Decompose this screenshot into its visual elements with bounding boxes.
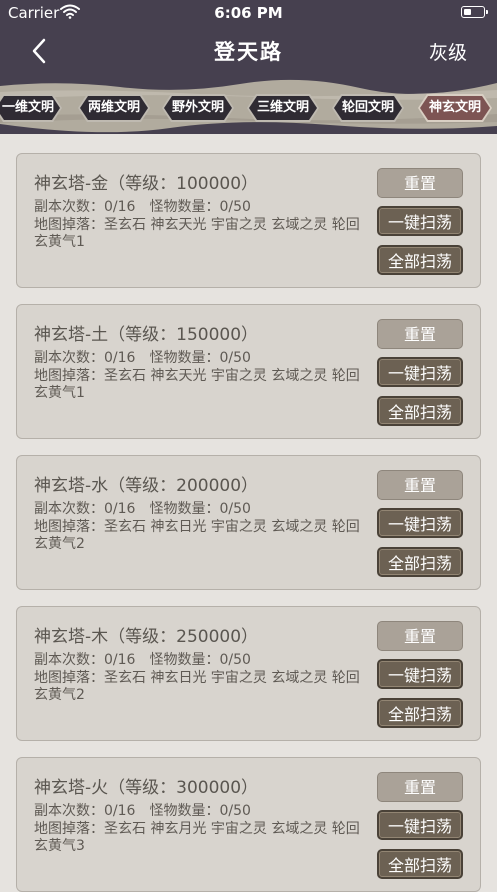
dungeon-card: 神玄塔-金（等级：100000） 副本次数：0/16 怪物数量：0/50 地图掉落… (16, 153, 481, 288)
sweep-all-button[interactable]: 全部扫荡 (377, 396, 463, 426)
sweep-one-button[interactable]: 一键扫荡 (377, 810, 463, 840)
tab-civ-6[interactable]: 神玄文明 (418, 94, 492, 122)
tab-civ-3[interactable]: 野外文明 (162, 94, 234, 122)
dungeon-name: 神玄塔-水（等级：200000） (34, 476, 259, 496)
reset-button[interactable]: 重置 (377, 319, 463, 349)
page-title: 登天路 (214, 40, 283, 64)
dungeon-stats: 副本次数：0/16 怪物数量：0/50 (34, 649, 251, 669)
tab-civ-4[interactable]: 三维文明 (247, 94, 319, 122)
sweep-one-button[interactable]: 一键扫荡 (377, 659, 463, 689)
tab-civ-2[interactable]: 两维文明 (78, 94, 150, 122)
monster-count: 怪物数量：0/50 (149, 199, 251, 215)
dungeon-name: 神玄塔-木（等级：250000） (34, 627, 259, 647)
map-drops: 地图掉落：圣玄石 神玄月光 宇宙之灵 玄域之灵 轮回玄黄气3 (34, 821, 360, 854)
run-count: 副本次数：0/16 (34, 803, 136, 819)
map-drops: 地图掉落：圣玄石 神玄天光 宇宙之灵 玄域之灵 轮回玄黄气1 (34, 217, 360, 250)
dungeon-name: 神玄塔-土（等级：150000） (34, 325, 259, 345)
dungeon-card: 神玄塔-水（等级：200000） 副本次数：0/16 怪物数量：0/50 地图掉落… (16, 455, 481, 590)
sweep-all-button[interactable]: 全部扫荡 (377, 849, 463, 879)
dungeon-stats: 副本次数：0/16 怪物数量：0/50 (34, 196, 251, 216)
run-count: 副本次数：0/16 (34, 199, 136, 215)
grade-button[interactable]: 灰级 (429, 38, 467, 65)
tab-civ-5[interactable]: 轮回文明 (332, 94, 404, 122)
sweep-one-button[interactable]: 一键扫荡 (377, 206, 463, 236)
map-drops: 地图掉落：圣玄石 神玄天光 宇宙之灵 玄域之灵 轮回玄黄气1 (34, 368, 360, 401)
monster-count: 怪物数量：0/50 (149, 501, 251, 517)
clock: 6:06 PM (214, 4, 283, 22)
dungeon-card: 神玄塔-木（等级：250000） 副本次数：0/16 怪物数量：0/50 地图掉落… (16, 606, 481, 741)
sweep-all-button[interactable]: 全部扫荡 (377, 245, 463, 275)
dungeon-stats: 副本次数：0/16 怪物数量：0/50 (34, 498, 251, 518)
reset-button[interactable]: 重置 (377, 772, 463, 802)
run-count: 副本次数：0/16 (34, 652, 136, 668)
reset-button[interactable]: 重置 (377, 470, 463, 500)
dungeon-card: 神玄塔-火（等级：300000） 副本次数：0/16 怪物数量：0/50 地图掉落… (16, 757, 481, 892)
header: Carrier 6:06 PM 登天路 灰级 (0, 0, 497, 82)
status-bar: Carrier 6:06 PM (0, 0, 497, 26)
monster-count: 怪物数量：0/50 (149, 350, 251, 366)
civilization-tabs: 一维文明 两维文明 野外文明 三维文明 轮回文明 神玄文明 (0, 94, 497, 124)
dungeon-card: 神玄塔-土（等级：150000） 副本次数：0/16 怪物数量：0/50 地图掉落… (16, 304, 481, 439)
run-count: 副本次数：0/16 (34, 350, 136, 366)
tab-civ-1[interactable]: 一维文明 (0, 94, 62, 122)
dungeon-stats: 副本次数：0/16 怪物数量：0/50 (34, 347, 251, 367)
nav-bar: 登天路 灰级 (0, 26, 497, 78)
battery-icon (461, 6, 488, 18)
dungeon-name: 神玄塔-火（等级：300000） (34, 778, 259, 798)
sweep-one-button[interactable]: 一键扫荡 (377, 357, 463, 387)
reset-button[interactable]: 重置 (377, 168, 463, 198)
map-drops: 地图掉落：圣玄石 神玄日光 宇宙之灵 玄域之灵 轮回玄黄气2 (34, 670, 360, 703)
reset-button[interactable]: 重置 (377, 621, 463, 651)
sweep-one-button[interactable]: 一键扫荡 (377, 508, 463, 538)
monster-count: 怪物数量：0/50 (149, 652, 251, 668)
run-count: 副本次数：0/16 (34, 501, 136, 517)
map-drops: 地图掉落：圣玄石 神玄日光 宇宙之灵 玄域之灵 轮回玄黄气2 (34, 519, 360, 552)
dungeon-name: 神玄塔-金（等级：100000） (34, 174, 259, 194)
dungeon-stats: 副本次数：0/16 怪物数量：0/50 (34, 800, 251, 820)
sweep-all-button[interactable]: 全部扫荡 (377, 547, 463, 577)
monster-count: 怪物数量：0/50 (149, 803, 251, 819)
sweep-all-button[interactable]: 全部扫荡 (377, 698, 463, 728)
